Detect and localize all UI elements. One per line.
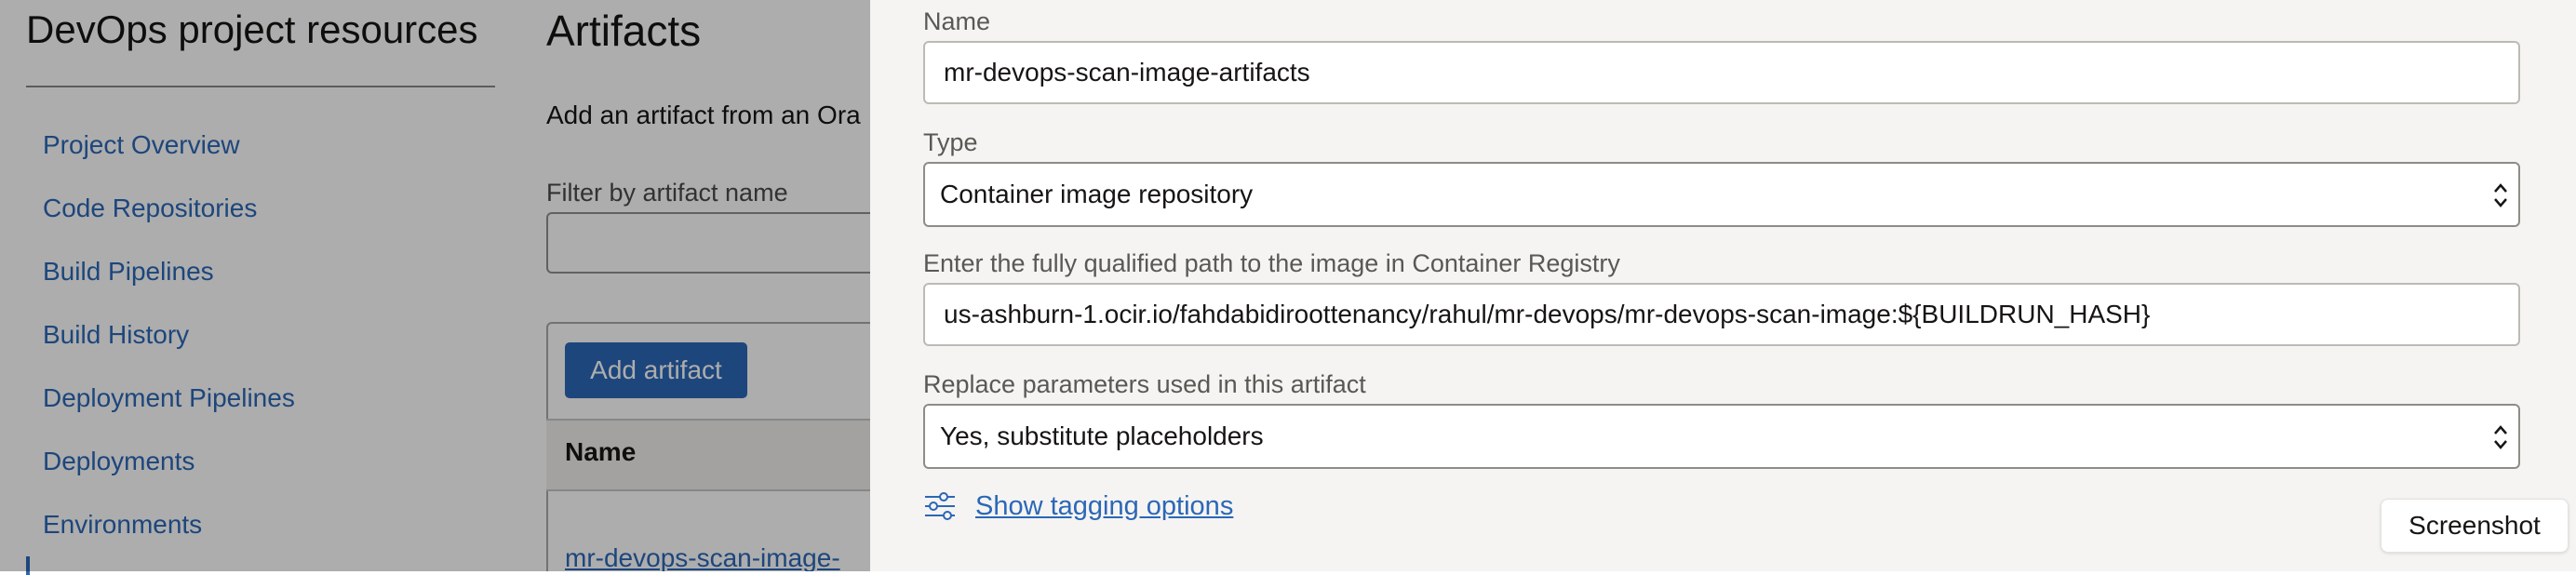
chevron-updown-icon — [2494, 425, 2507, 449]
image-path-label: Enter the fully qualified path to the im… — [923, 249, 1620, 277]
type-label: Type — [923, 128, 978, 156]
modal-overlay[interactable] — [0, 0, 870, 571]
name-label: Name — [923, 7, 991, 35]
chevron-updown-icon — [2494, 183, 2507, 207]
name-input[interactable]: mr-devops-scan-image-artifacts — [923, 41, 2520, 104]
image-path-input[interactable]: us-ashburn-1.ocir.io/fahdabidiroottenanc… — [923, 283, 2520, 346]
replace-params-select[interactable]: Yes, substitute placeholders — [923, 404, 2520, 469]
type-select[interactable]: Container image repository — [923, 162, 2520, 227]
replace-params-value: Yes, substitute placeholders — [940, 421, 1264, 450]
add-artifact-panel: Name mr-devops-scan-image-artifacts Type… — [870, 0, 2576, 571]
sliders-icon — [925, 492, 955, 520]
type-select-value: Container image repository — [940, 180, 1254, 208]
replace-params-label: Replace parameters used in this artifact — [923, 370, 1366, 398]
tagging-options-row[interactable]: Show tagging options — [923, 486, 1233, 527]
show-tagging-options-link[interactable]: Show tagging options — [975, 491, 1233, 522]
screenshot-button[interactable]: Screenshot — [2381, 499, 2569, 553]
